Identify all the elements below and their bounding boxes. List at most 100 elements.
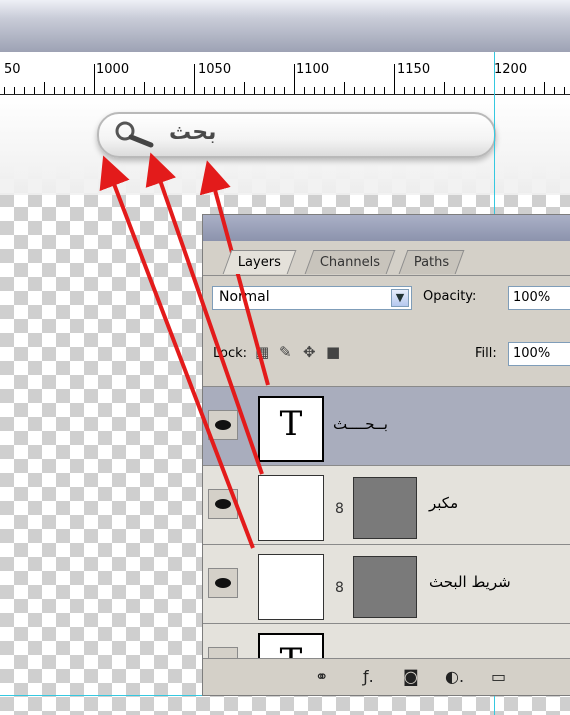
ruler-tick [174, 87, 175, 94]
ruler-tick [484, 87, 485, 94]
ruler-tick [184, 87, 185, 94]
search-bar-text: بحث [169, 120, 217, 145]
ruler-tick [334, 87, 335, 94]
ruler-label: 1000 [96, 62, 130, 77]
ruler-tick [244, 82, 245, 94]
ruler-tick [24, 87, 25, 94]
window-title-bar [0, 0, 570, 52]
eye-icon [215, 578, 231, 588]
horizontal-ruler: 50 1000 1050 1100 1150 1200 [0, 52, 570, 95]
ruler-tick [284, 87, 285, 94]
eye-icon [215, 420, 231, 430]
layer-row[interactable]: T بــحــــث [203, 386, 570, 465]
ruler-tick [74, 87, 75, 94]
lock-transparent-icon[interactable]: ▦ [255, 343, 269, 361]
layers-panel: Layers Channels Paths Normal ▼ Opacity: … [202, 214, 570, 696]
new-group-icon[interactable]: ▭ [491, 667, 506, 686]
ruler-tick [194, 64, 195, 94]
ruler-tick [204, 87, 205, 94]
ruler-label: 50 [4, 62, 21, 77]
panel-bottom-toolbar: ⚭ ƒ. ◙ ◐. ▭ [203, 658, 570, 695]
visibility-toggle[interactable] [208, 568, 238, 598]
ruler-tick [44, 82, 45, 94]
ruler-label: 1150 [397, 62, 431, 77]
ruler-tick [264, 87, 265, 94]
ruler-tick [224, 87, 225, 94]
ruler-tick [294, 64, 295, 94]
blend-row: Normal ▼ Opacity: 100% [203, 276, 570, 326]
opacity-label: Opacity: [423, 289, 477, 304]
layer-row[interactable]: T [203, 623, 570, 658]
ruler-tick [364, 87, 365, 94]
link-icon[interactable]: 8 [335, 580, 344, 596]
text-layer-thumbnail: T [258, 396, 324, 462]
ruler-tick [114, 87, 115, 94]
ruler-tick [374, 87, 375, 94]
ruler-tick [534, 87, 535, 94]
ruler-tick [454, 87, 455, 94]
ruler-tick [424, 87, 425, 94]
lock-all-icon[interactable]: ■ [326, 343, 340, 361]
ruler-tick [84, 87, 85, 94]
fill-field[interactable]: 100% [508, 342, 570, 366]
ruler-tick [214, 87, 215, 94]
layer-name: بــحــــث [333, 415, 388, 433]
layer-name: مكبر [429, 494, 459, 512]
layer-mask-thumbnail [353, 477, 417, 539]
visibility-toggle[interactable] [208, 410, 238, 440]
tab-paths[interactable]: Paths [398, 250, 465, 274]
ruler-tick [444, 82, 445, 94]
ruler-tick [394, 64, 395, 94]
layer-row[interactable]: 8 مكبر [203, 465, 570, 544]
ruler-tick [564, 87, 565, 94]
eye-icon [215, 499, 231, 509]
ruler-tick [64, 87, 65, 94]
ruler-tick [474, 87, 475, 94]
lock-move-icon[interactable]: ✥ [303, 343, 316, 361]
lock-paint-icon[interactable]: ✎ [279, 343, 292, 361]
ruler-tick [14, 87, 15, 94]
visibility-toggle[interactable] [208, 489, 238, 519]
ruler-tick [554, 87, 555, 94]
ruler-tick [384, 87, 385, 94]
opacity-field[interactable]: 100% [508, 286, 570, 310]
blend-mode-select[interactable]: Normal ▼ [212, 286, 412, 310]
text-layer-thumbnail: T [258, 633, 324, 658]
ruler-tick [124, 87, 125, 94]
ruler-tick [414, 87, 415, 94]
ruler-tick [354, 87, 355, 94]
ruler-tick [504, 87, 505, 94]
adjustment-layer-icon[interactable]: ◐. [445, 667, 464, 686]
panel-title-bar[interactable] [203, 215, 570, 241]
link-icon[interactable]: 8 [335, 501, 344, 517]
ruler-tick [344, 82, 345, 94]
ruler-tick [34, 87, 35, 94]
ruler-tick [304, 87, 305, 94]
ruler-tick [524, 87, 525, 94]
tab-channels[interactable]: Channels [304, 250, 396, 274]
ruler-tick [144, 82, 145, 94]
ruler-tick [324, 87, 325, 94]
ruler-tick [94, 64, 95, 94]
ruler-label: 1100 [296, 62, 330, 77]
add-mask-icon[interactable]: ◙ [403, 667, 419, 686]
ruler-label: 1200 [494, 62, 528, 77]
panel-tabs: Layers Channels Paths [203, 241, 570, 276]
ruler-tick [54, 87, 55, 94]
ruler-tick [164, 87, 165, 94]
ruler-tick [254, 87, 255, 94]
ruler-tick [544, 82, 545, 94]
link-layers-icon[interactable]: ⚭ [315, 667, 328, 686]
ruler-tick [274, 87, 275, 94]
ruler-tick [234, 87, 235, 94]
chevron-down-icon[interactable]: ▼ [391, 289, 409, 307]
tab-layers[interactable]: Layers [222, 250, 297, 274]
layer-row[interactable]: 8 شريط البحث [203, 544, 570, 623]
fill-label: Fill: [475, 346, 497, 361]
layer-style-icon[interactable]: ƒ. [363, 667, 374, 686]
search-bar-graphic: بحث [97, 112, 496, 158]
lock-row: Lock: ▦ ✎ ✥ ■ Fill: 100% [203, 326, 570, 386]
visibility-toggle[interactable] [208, 647, 238, 658]
ruler-tick [134, 87, 135, 94]
magnifier-icon [115, 121, 154, 148]
